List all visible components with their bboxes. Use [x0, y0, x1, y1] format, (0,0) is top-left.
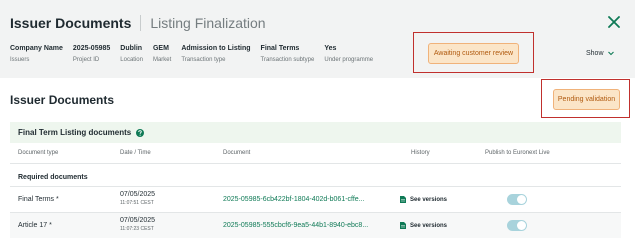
highlight-box-pending — [541, 79, 630, 118]
page-title: Issuer Documents — [10, 15, 132, 31]
group-label-required: Required documents — [18, 174, 88, 181]
meta-project-id: 2025-05985 Project ID — [72, 45, 111, 63]
column-header-document: Document — [223, 150, 251, 156]
show-label: Show — [586, 50, 604, 57]
column-header-history: History — [411, 150, 430, 156]
column-header-date: Date / Time — [120, 150, 151, 156]
publish-toggle[interactable] — [507, 194, 527, 205]
show-details-button[interactable]: Show — [586, 50, 614, 57]
panel-title: Final Term Listing documents — [18, 128, 132, 137]
row-datetime: 07/05/2025 11:07:23 CEST — [120, 217, 156, 232]
meta-under-programme: Yes Under programme — [324, 45, 374, 63]
row-doc-type: Final Terms * — [18, 196, 59, 203]
column-header-publish: Publish to Euronext Live — [485, 150, 550, 156]
meta-market: GEM Market — [152, 45, 172, 63]
table-row: Article 17 * 07/05/2025 11:07:23 CEST 20… — [10, 213, 621, 238]
publish-toggle[interactable] — [507, 220, 527, 231]
title-divider — [140, 15, 142, 31]
meta-company: Company Name Issuers — [10, 45, 63, 63]
title-row: Issuer Documents Listing Finalization — [10, 15, 266, 31]
section-title: Issuer Documents — [10, 93, 115, 107]
documents-panel-header: Final Term Listing documents — [10, 122, 621, 143]
project-meta: Company Name Issuers 2025-05985 Project … — [10, 44, 383, 65]
meta-location: Dublin Location — [120, 45, 143, 63]
document-icon — [400, 222, 406, 229]
close-icon — [608, 16, 620, 28]
highlight-box-review — [413, 32, 534, 73]
row-doc-type: Article 17 * — [18, 222, 52, 229]
document-icon — [400, 196, 406, 203]
column-header-type: Document type — [18, 150, 59, 156]
table-divider — [10, 163, 621, 164]
table-row: Final Terms * 07/05/2025 11:07:51 CEST 2… — [10, 187, 621, 212]
close-button[interactable] — [604, 12, 624, 32]
chevron-down-icon — [607, 51, 614, 56]
meta-transaction-subtype: Final Terms Transaction subtype — [260, 45, 315, 63]
page-header: Issuer Documents Listing Finalization Co… — [0, 0, 635, 78]
row-document-link[interactable]: 2025-05985-6cb422bf-1804-402d-b061-cffe.… — [223, 196, 365, 203]
help-icon[interactable] — [136, 128, 145, 137]
row-datetime: 07/05/2025 11:07:51 CEST — [120, 191, 156, 206]
meta-transaction-type: Admission to Listing Transaction type — [181, 45, 251, 63]
page-subtitle: Listing Finalization — [150, 15, 266, 31]
row-document-link[interactable]: 2025-05985-555cbcf6-9ea5-44b1-8940-ebc8.… — [223, 222, 368, 229]
see-versions-button[interactable]: See versions — [400, 222, 447, 229]
see-versions-button[interactable]: See versions — [400, 196, 447, 203]
